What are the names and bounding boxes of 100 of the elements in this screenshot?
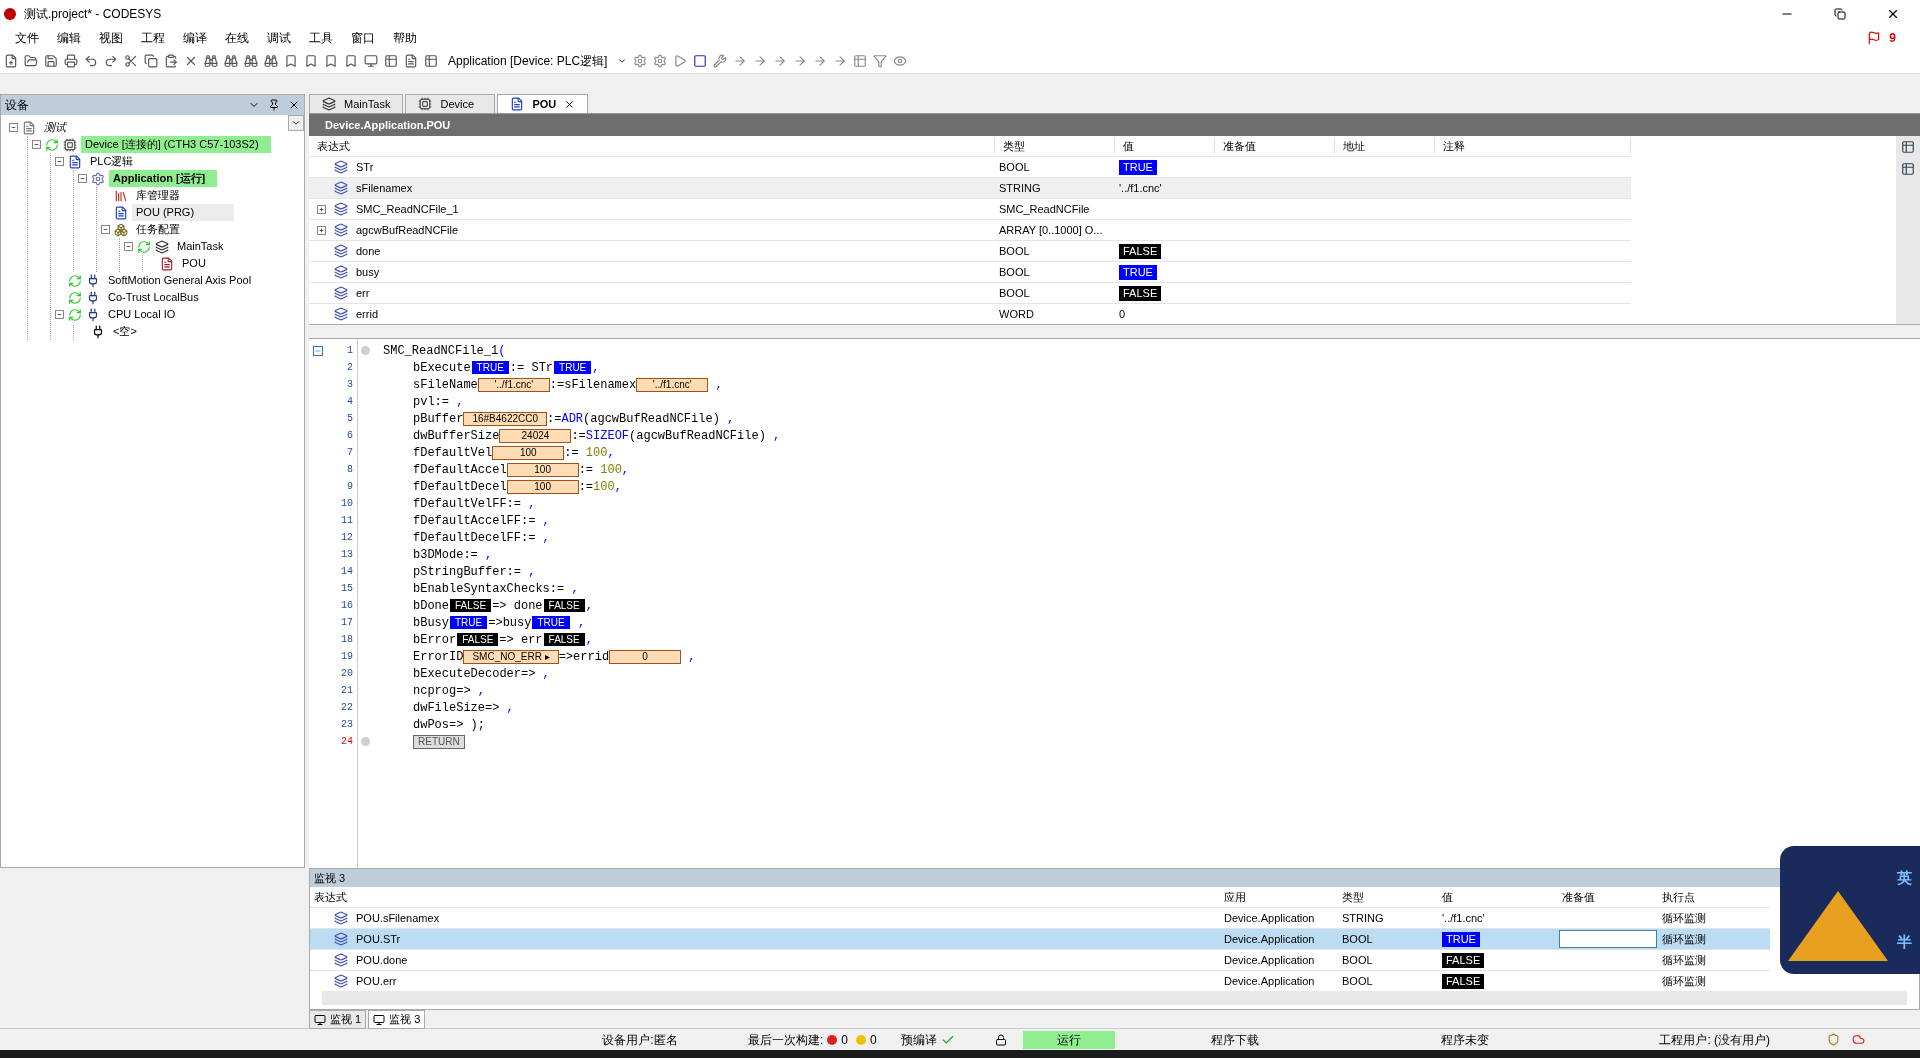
message-count[interactable]: 9 xyxy=(1889,29,1896,47)
toolbar-icon[interactable] xyxy=(84,53,98,68)
tree-item[interactable]: Co-Trust LocalBus xyxy=(104,289,203,306)
column-header[interactable]: 执行点 xyxy=(1658,888,1770,906)
column-header[interactable]: 应用 xyxy=(1220,888,1338,906)
toolbar-icon[interactable] xyxy=(693,53,708,68)
expand-toggle[interactable] xyxy=(317,225,326,235)
toolbar-icon[interactable] xyxy=(364,53,378,68)
toolbar-icon[interactable] xyxy=(813,53,828,68)
toolbar-icon[interactable] xyxy=(304,53,318,68)
watch-row[interactable]: POU.done Device.Application BOOL FALSE 循环监测 xyxy=(310,949,1770,970)
tree-item[interactable]: CPU Local IO xyxy=(104,306,180,323)
pin-icon[interactable] xyxy=(268,99,280,111)
tree-item[interactable]: PLC逻辑 xyxy=(86,153,138,170)
application-selector[interactable]: Application [Device: PLC逻辑] xyxy=(444,51,612,70)
variable-row[interactable]: busy BOOL TRUE xyxy=(309,261,1631,282)
menu-item[interactable]: 编译 xyxy=(176,29,214,47)
toolbar-icon[interactable] xyxy=(244,53,258,68)
tree-item[interactable]: Application [运行] xyxy=(109,170,218,187)
menu-item[interactable]: 工具 xyxy=(302,29,340,47)
menu-item[interactable]: 文件 xyxy=(8,29,46,47)
menu-item[interactable]: 视图 xyxy=(92,29,130,47)
toolbar-icon[interactable] xyxy=(653,53,668,68)
column-header[interactable]: 表达式 xyxy=(310,888,1220,906)
ime-language[interactable]: 英 xyxy=(1896,866,1912,890)
tree-item[interactable]: POU xyxy=(178,255,210,272)
toolbar-icon[interactable] xyxy=(753,53,768,68)
toolbar-icon[interactable] xyxy=(673,53,688,68)
toolbar-icon[interactable] xyxy=(4,53,18,68)
toolbar-icon[interactable] xyxy=(404,53,418,68)
column-header[interactable]: 类型 xyxy=(995,137,1115,155)
variable-row[interactable]: agcwBufReadNCFile ARRAY [0..1000] O... xyxy=(309,219,1631,240)
column-header[interactable]: 注释 xyxy=(1435,137,1631,155)
toolbar-icon[interactable] xyxy=(204,53,218,68)
toolbar-icon[interactable] xyxy=(24,53,38,68)
tree-item[interactable]: 库管理器 xyxy=(132,187,184,204)
toolbar-icon[interactable] xyxy=(713,53,728,68)
tree-item[interactable]: 测试 xyxy=(40,119,70,136)
editor-tab[interactable]: POU xyxy=(497,94,589,113)
ime-width[interactable]: 半 xyxy=(1896,930,1912,954)
variable-row[interactable]: done BOOL FALSE xyxy=(309,240,1631,261)
toolbar-icon[interactable] xyxy=(104,53,118,68)
toolbar-icon[interactable] xyxy=(773,53,788,68)
editor-tab[interactable]: MainTask xyxy=(309,94,404,113)
flag-icon[interactable] xyxy=(1867,31,1882,45)
menu-item[interactable]: 帮助 xyxy=(386,29,424,47)
column-header[interactable]: 表达式 xyxy=(309,137,995,155)
menu-item[interactable]: 窗口 xyxy=(344,29,382,47)
tree-item[interactable]: <空> xyxy=(109,323,141,340)
toolbar-icon[interactable] xyxy=(893,53,908,68)
variable-row[interactable]: SMC_ReadNCFile_1 SMC_ReadNCFile xyxy=(309,198,1631,219)
collapse-toggle[interactable] xyxy=(101,225,110,234)
toolbar-icon[interactable] xyxy=(44,53,58,68)
tree-item[interactable]: 任务配置 xyxy=(132,221,184,238)
toolbar-icon[interactable] xyxy=(424,53,438,68)
toolbar-icon[interactable] xyxy=(224,53,238,68)
toolbar-icon[interactable] xyxy=(144,53,158,68)
editor-tab[interactable]: Device xyxy=(405,94,496,113)
tree-item[interactable]: POU (PRG) xyxy=(132,204,235,221)
table-view-icon[interactable] xyxy=(1901,162,1915,176)
collapse-toggle[interactable] xyxy=(78,174,87,183)
toolbar-icon[interactable] xyxy=(284,53,298,68)
toolbar-icon[interactable] xyxy=(873,53,888,68)
prepared-value-field[interactable] xyxy=(1559,930,1657,948)
tree-item[interactable]: Device [连接的] (CTH3 C57-103S2) xyxy=(81,136,271,153)
close-icon[interactable] xyxy=(564,98,576,110)
collapse-toggle[interactable] xyxy=(32,140,41,149)
watch-tab[interactable]: 监视 3 xyxy=(368,1010,426,1029)
column-header[interactable]: 准备值 xyxy=(1215,137,1335,155)
fold-toggle[interactable] xyxy=(313,345,323,356)
menu-item[interactable]: 工程 xyxy=(134,29,172,47)
close-icon[interactable] xyxy=(288,99,300,111)
toolbar-icon[interactable] xyxy=(164,53,178,68)
toolbar-icon[interactable] xyxy=(324,53,338,68)
table-view-icon[interactable] xyxy=(1901,140,1915,154)
expand-toggle[interactable] xyxy=(317,204,326,214)
ime-status-popup[interactable]: 英 半 xyxy=(1780,846,1920,974)
column-header[interactable]: 地址 xyxy=(1335,137,1435,155)
menu-item[interactable]: 调试 xyxy=(260,29,298,47)
restore-button[interactable] xyxy=(1834,8,1846,20)
collapse-toggle[interactable] xyxy=(55,157,64,166)
close-button[interactable] xyxy=(1886,7,1900,21)
toolbar-icon[interactable] xyxy=(733,53,748,68)
column-header[interactable]: 值 xyxy=(1115,137,1215,155)
watch-tab[interactable]: 监视 1 xyxy=(309,1010,367,1029)
variable-row[interactable]: sFilenamex STRING '../f1.cnc' xyxy=(309,177,1631,198)
collapse-toggle[interactable] xyxy=(9,123,18,132)
tree-item[interactable]: MainTask xyxy=(173,238,228,255)
toolbar-icon[interactable] xyxy=(633,53,648,68)
collapse-toggle[interactable] xyxy=(124,242,133,251)
tree-item[interactable]: SoftMotion General Axis Pool xyxy=(104,272,256,289)
menu-item[interactable]: 在线 xyxy=(218,29,256,47)
column-header[interactable]: 类型 xyxy=(1338,888,1438,906)
toolbar-icon[interactable] xyxy=(124,53,138,68)
toolbar-icon[interactable] xyxy=(344,53,358,68)
toolbar-icon[interactable] xyxy=(384,53,398,68)
menu-item[interactable]: 编辑 xyxy=(50,29,88,47)
watch-row[interactable]: POU.STr Device.Application BOOL TRUE 循环监测 xyxy=(310,928,1770,949)
code-editor[interactable] xyxy=(309,339,1920,868)
column-header[interactable]: 准备值 xyxy=(1558,888,1658,906)
